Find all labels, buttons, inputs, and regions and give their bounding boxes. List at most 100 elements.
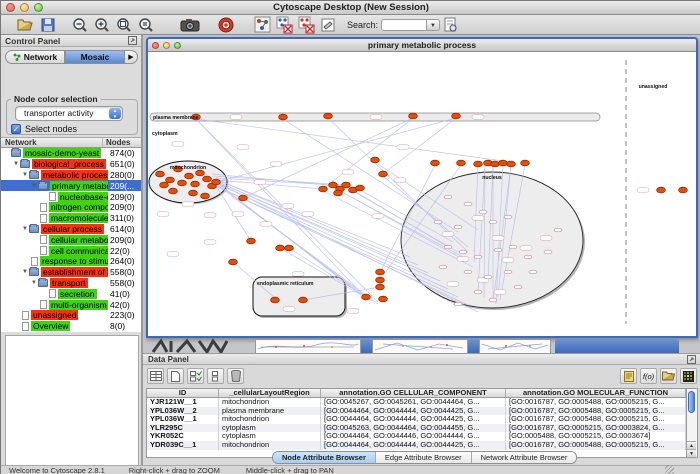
- network-node-small[interactable]: [554, 228, 562, 232]
- resize-grip[interactable]: [665, 465, 674, 474]
- expand-arrow-icon[interactable]: ▼: [21, 172, 29, 178]
- background-window-fragment[interactable]: [479, 339, 551, 353]
- tree-row[interactable]: ▼primary metabol209(...: [1, 180, 141, 191]
- table-cell[interactable]: [GO:0044464, GO:0044444, GO:0044425, G..…: [321, 415, 506, 424]
- select-nodes-checkbox[interactable]: ✓: [11, 124, 21, 134]
- network-node[interactable]: [409, 113, 418, 119]
- network-edge[interactable]: [218, 180, 410, 257]
- annotation-icon[interactable]: [317, 16, 339, 34]
- tab-network-attribute-browser[interactable]: Network Attribute Browser: [472, 452, 577, 463]
- snapshot-camera-icon[interactable]: [179, 16, 201, 34]
- notes-icon[interactable]: [620, 368, 637, 384]
- tab-node-attribute-browser[interactable]: Node Attribute Browser: [273, 452, 376, 463]
- table-cell[interactable]: mitochondrion: [219, 398, 321, 407]
- network-node[interactable]: [185, 173, 194, 179]
- table-cell[interactable]: YDR039C__1: [147, 441, 219, 450]
- tree-row[interactable]: ▼establishment of lo558(0): [1, 267, 141, 278]
- hide-edges-icon[interactable]: [273, 16, 295, 34]
- table-cell[interactable]: mitochondrion: [219, 415, 321, 424]
- table-row[interactable]: YKR052Ccytoplasm[GO:0044464, GO:0044446,…: [147, 432, 686, 441]
- tree-row[interactable]: response to stimulu264(0): [1, 256, 141, 267]
- network-edge[interactable]: [196, 119, 511, 162]
- table-cell[interactable]: YLR295C: [147, 424, 219, 433]
- network-node[interactable]: [191, 181, 200, 187]
- table-row[interactable]: YPL036W__1mitochondrion[GO:0044464, GO:0…: [147, 415, 686, 424]
- birdseye-view[interactable]: [5, 335, 139, 474]
- background-window-fragment[interactable]: [255, 339, 361, 353]
- network-node[interactable]: [376, 284, 385, 290]
- new-attribute-icon[interactable]: [167, 368, 184, 384]
- unselect-attributes-icon[interactable]: [207, 368, 224, 384]
- network-node[interactable]: [299, 297, 308, 303]
- open-folder-icon[interactable]: [15, 16, 37, 34]
- table-cell[interactable]: [GO:0016787, GO:0005488, GO:0005215, G..…: [506, 415, 686, 424]
- tree-row[interactable]: cellular metabol209(0): [1, 234, 141, 245]
- network-node-small[interactable]: [509, 245, 517, 249]
- column-header[interactable]: ID: [147, 389, 219, 397]
- scroll-down-icon[interactable]: ▼: [687, 449, 696, 457]
- column-header[interactable]: annotation.GO CELLULAR_COMPONENT: [321, 389, 506, 397]
- network-edge[interactable]: [196, 119, 366, 298]
- network-edge[interactable]: [243, 118, 413, 198]
- network-node-small[interactable]: [464, 270, 472, 274]
- network-node[interactable]: [521, 160, 530, 166]
- tree-header-nodes[interactable]: Nodes: [103, 138, 141, 147]
- table-cell[interactable]: YPL036W__1: [147, 415, 219, 424]
- tree-row[interactable]: cell communicat22(0): [1, 245, 141, 256]
- expand-arrow-icon[interactable]: ▼: [30, 280, 38, 286]
- network-node[interactable]: [201, 193, 210, 199]
- table-cell[interactable]: [GO:0016787, GO:0005488, GO:0005215, G..…: [506, 441, 686, 450]
- network-node[interactable]: [457, 160, 466, 166]
- tree-row[interactable]: ▼transport558(0): [1, 278, 141, 289]
- network-node-small[interactable]: [444, 245, 452, 249]
- network-node-small[interactable]: [454, 225, 462, 229]
- network-node-small[interactable]: [444, 195, 452, 199]
- network-node[interactable]: [276, 245, 285, 251]
- network-window-titlebar[interactable]: primary metabolic process: [148, 39, 696, 52]
- zoom-selected-icon[interactable]: [135, 16, 157, 34]
- background-window-fragment[interactable]: [372, 339, 468, 353]
- tree-row[interactable]: unassigned223(0): [1, 310, 141, 321]
- network-edge[interactable]: [218, 180, 418, 265]
- expand-arrow-icon[interactable]: ▼: [21, 269, 29, 275]
- float-data-panel-icon[interactable]: [687, 355, 696, 364]
- table-cell[interactable]: [GO:0044464, GO:0044444, GO:0044425, G..…: [321, 407, 506, 416]
- network-node[interactable]: [379, 171, 388, 177]
- background-window-edge[interactable]: [468, 339, 479, 353]
- network-node[interactable]: [452, 113, 461, 119]
- network-node[interactable]: [371, 157, 380, 163]
- network-edge[interactable]: [216, 118, 456, 182]
- network-node[interactable]: [212, 179, 221, 185]
- table-scrollbar[interactable]: ▲ ▼: [687, 388, 698, 458]
- table-cell[interactable]: YKR052C: [147, 432, 219, 441]
- table-cell[interactable]: mitochondrion: [219, 441, 321, 450]
- attribute-table-icon[interactable]: [147, 368, 164, 384]
- network-node-small[interactable]: [489, 298, 497, 302]
- table-cell[interactable]: [GO:0016787, GO:0005488, GO:0005215, G..…: [506, 398, 686, 407]
- tree-row[interactable]: ▼cellular process614(0): [1, 224, 141, 235]
- network-node-small[interactable]: [504, 270, 512, 274]
- network-node[interactable]: [356, 185, 365, 191]
- tab-edge-attribute-browser[interactable]: Edge Attribute Browser: [376, 452, 472, 463]
- matrix-icon[interactable]: [680, 368, 697, 384]
- network-node[interactable]: [342, 182, 351, 188]
- expand-arrow-icon[interactable]: ▼: [30, 183, 38, 189]
- float-panel-icon[interactable]: [128, 36, 137, 45]
- network-node-small[interactable]: [454, 302, 462, 306]
- network-node-small[interactable]: [484, 275, 492, 279]
- table-cell[interactable]: [GO:0044464, GO:0044444, GO:0044425, G..…: [321, 441, 506, 450]
- zoom-fit-icon[interactable]: [113, 16, 135, 34]
- delete-attribute-icon[interactable]: [227, 368, 244, 384]
- network-node-small[interactable]: [439, 265, 447, 269]
- table-cell[interactable]: YPL036W__2: [147, 407, 219, 416]
- network-node-small[interactable]: [434, 220, 442, 224]
- table-cell[interactable]: cytoplasm: [219, 432, 321, 441]
- network-node[interactable]: [657, 187, 666, 193]
- table-cell[interactable]: cytoplasm: [219, 424, 321, 433]
- network-node[interactable]: [169, 188, 178, 194]
- table-cell[interactable]: [GO:0005488, GO:0005215, GO:0003674]: [506, 432, 686, 441]
- select-attributes-icon[interactable]: [187, 368, 204, 384]
- network-node[interactable]: [319, 186, 328, 192]
- table-cell[interactable]: [GO:0016787, GO:0005215, GO:0003824, G..…: [506, 424, 686, 433]
- network-node[interactable]: [376, 269, 385, 275]
